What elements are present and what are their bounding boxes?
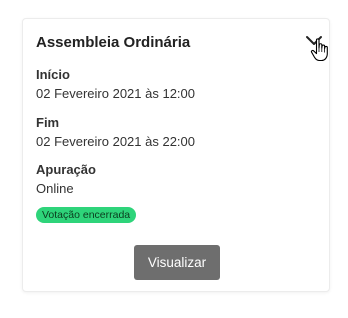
start-value: 02 Fevereiro 2021 às 12:00	[36, 86, 195, 101]
chevron-down-icon	[306, 36, 328, 62]
counting-label: Apuração	[36, 162, 96, 177]
hand-pointer-icon	[310, 38, 328, 62]
end-value: 02 Fevereiro 2021 às 22:00	[36, 134, 195, 149]
counting-value: Online	[36, 181, 74, 196]
card-title: Assembleia Ordinária	[36, 34, 191, 51]
view-button[interactable]: Visualizar	[134, 245, 220, 280]
status-badge: Votação encerrada	[36, 207, 137, 223]
start-label: Início	[36, 67, 70, 82]
meeting-card: Assembleia Ordinária Início 02 Fevereiro…	[22, 18, 330, 292]
expand-toggle[interactable]	[305, 33, 333, 63]
end-label: Fim	[36, 115, 60, 130]
